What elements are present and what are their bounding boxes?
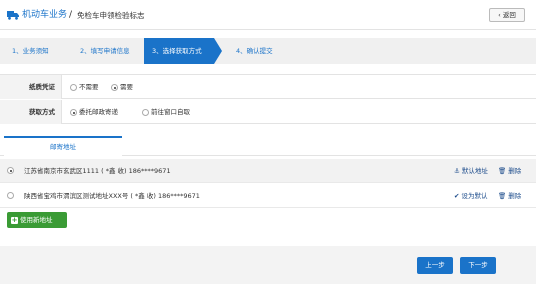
delete-label: 删除: [508, 192, 522, 200]
default-address-label: ⚓ 默认地址: [454, 159, 488, 183]
address-tabs: 邮寄地址: [0, 136, 536, 156]
step-2: 2、填写申请信息: [80, 47, 130, 55]
address-2-delete-button[interactable]: 🗑 删除: [498, 184, 521, 208]
delete-label: 删除: [508, 167, 522, 175]
address-2-text: 陕西省宝鸡市渭滨区测试地址XXX号 ( *鑫 收) 186****9671: [24, 192, 200, 200]
address-1-delete-button[interactable]: 🗑 删除: [498, 159, 521, 183]
voucher-yes-radio[interactable]: [111, 84, 118, 91]
method-window-label: 前往窗口自取: [151, 108, 190, 116]
method-post-radio[interactable]: [70, 109, 77, 116]
trash-icon: 🗑: [498, 192, 507, 200]
address-2-radio[interactable]: [7, 192, 14, 199]
plus-icon: +: [11, 216, 18, 224]
set-default-button[interactable]: ✔ 设为默认: [454, 184, 487, 208]
use-new-address-button[interactable]: + 使用新地址: [7, 212, 67, 228]
step-progress-bar: 1、业务须知 2、填写申请信息 3、选择获取方式 4、确认提交: [0, 38, 536, 64]
address-row[interactable]: 陕西省宝鸡市渭滨区测试地址XXX号 ( *鑫 收) 186****9671 ✔ 设…: [0, 184, 536, 208]
anchor-icon: ⚓: [454, 167, 460, 175]
chevron-left-icon: ‹: [498, 11, 501, 19]
page-title: 机动车业务: [22, 10, 68, 20]
fetch-method-form: 纸质凭证 不需要 需要 获取方式 委托邮政寄递 前往窗口自取: [0, 74, 536, 124]
set-default-label: 设为默认: [461, 192, 488, 200]
prev-step-button[interactable]: 上一步: [417, 257, 453, 274]
default-address-text: 默认地址: [461, 167, 488, 175]
voucher-row: 纸质凭证 不需要 需要: [0, 75, 536, 99]
address-1-text: 江苏省南京市玄武区1111 ( *鑫 收) 186****9671: [24, 167, 171, 175]
check-icon: ✔: [454, 192, 460, 200]
voucher-no-label: 不需要: [79, 83, 99, 91]
title-separator: /: [69, 10, 73, 20]
method-post-label: 委托邮政寄递: [79, 108, 118, 116]
method-row: 获取方式 委托邮政寄递 前往窗口自取: [0, 100, 536, 124]
tab-mail-address[interactable]: 邮寄地址: [4, 136, 122, 156]
method-label: 获取方式: [0, 100, 62, 124]
address-1-radio[interactable]: [7, 167, 14, 174]
step-3-arrow: [214, 38, 222, 64]
method-window-radio[interactable]: [142, 109, 149, 116]
voucher-yes-label: 需要: [120, 83, 133, 91]
back-button[interactable]: ‹ 返回: [489, 8, 525, 22]
back-button-label: 返回: [502, 11, 516, 19]
address-row[interactable]: 江苏省南京市玄武区1111 ( *鑫 收) 186****9671 ⚓ 默认地址 …: [0, 159, 536, 183]
footer-bar: 上一步 下一步: [0, 246, 536, 284]
use-new-address-label: 使用新地址: [20, 216, 53, 224]
step-3-active: 3、选择获取方式: [144, 38, 214, 64]
trash-icon: 🗑: [498, 167, 507, 175]
step-1: 1、业务须知: [12, 47, 49, 55]
voucher-label: 纸质凭证: [0, 75, 62, 99]
page-header: 机动车业务 / 免检车申领检验标志 ‹ 返回: [0, 0, 536, 30]
truck-icon: [7, 11, 19, 20]
page-subtitle: 免检车申领检验标志: [77, 11, 145, 20]
voucher-no-radio[interactable]: [70, 84, 77, 91]
step-4: 4、确认提交: [236, 47, 273, 55]
next-step-button[interactable]: 下一步: [460, 257, 496, 274]
